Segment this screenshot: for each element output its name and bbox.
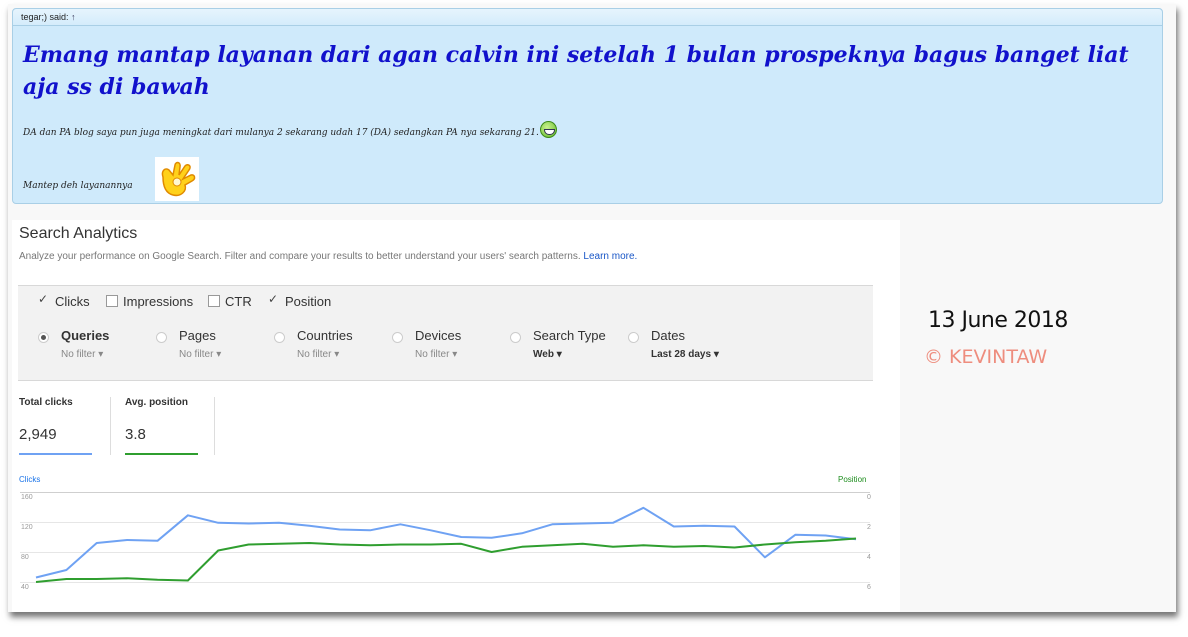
position-series-line [35,537,857,583]
clicks-series-line [35,506,857,579]
clicks-position-chart [35,506,857,583]
search-analytics-panel: Search Analytics Analyze your performanc… [12,220,900,612]
quote-box: tegar;) said: ↑ Emang mantap layanan dar… [12,8,1163,204]
ok-hand-icon [155,157,199,201]
quote-da-pa-text: DA dan PA blog saya pun juga meningkat d… [23,128,539,138]
quote-title: Emang mantap layanan dari agan calvin in… [23,42,1129,100]
grin-smiley-icon [539,121,557,138]
quote-text-line-2: Mantep deh layanannya [23,181,133,191]
credit-watermark: © KEVINTAW [924,346,1048,368]
quote-text-line: DA dan PA blog saya pun juga meningkat d… [23,121,557,138]
quote-author: tegar;) said: [21,12,69,22]
quote-header: tegar;) said: ↑ [13,9,1162,26]
quote-mantep-text: Mantep deh layanannya [23,181,133,191]
date-caption: 13 June 2018 [928,308,1068,333]
quote-jump-icon[interactable]: ↑ [71,12,76,22]
